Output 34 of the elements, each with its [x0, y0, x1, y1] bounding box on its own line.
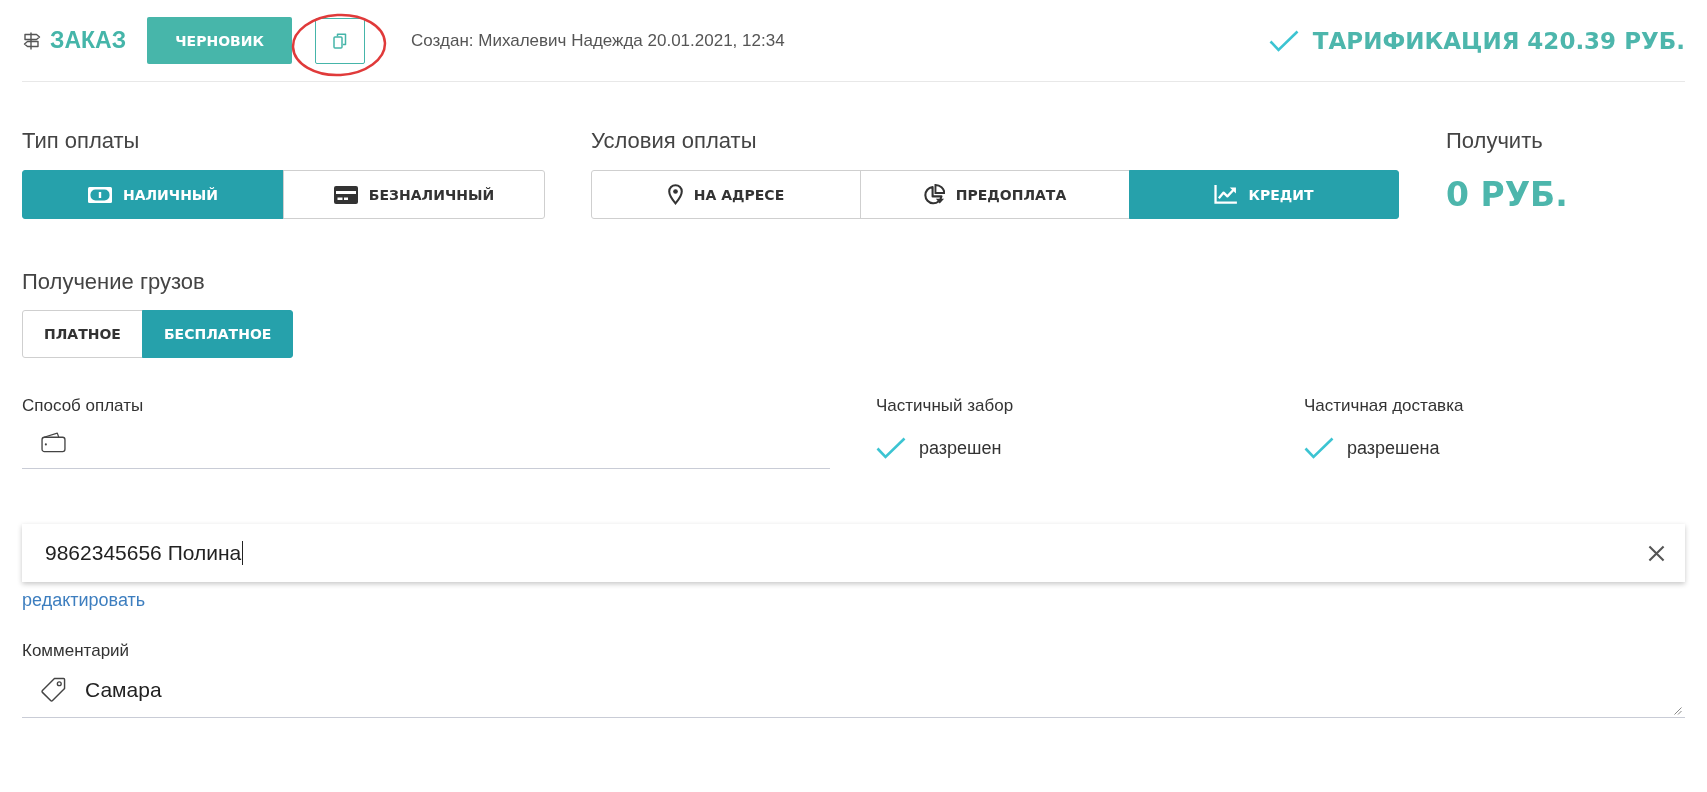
contact-field[interactable]: 9862345656 Полина [22, 524, 1685, 582]
signpost-icon [22, 30, 42, 51]
tag-icon [41, 677, 66, 702]
partial-option-label: Частичный забор [876, 395, 1015, 417]
map-pin-icon [667, 184, 683, 205]
payment-terms-label: Условия оплаты [591, 127, 758, 155]
cargo-receipt-option[interactable]: ПЛАТНОЕ [22, 310, 143, 358]
credit-card-icon [333, 185, 358, 204]
wallet-icon [41, 432, 66, 453]
edit-link[interactable]: редактировать [22, 589, 146, 611]
line-chart-icon [1214, 185, 1238, 204]
receive-label: Получить [1446, 127, 1544, 155]
partial-option-value: разрешен [919, 437, 1002, 459]
pie-chart-icon [923, 184, 945, 205]
order-title: ЗАКАЗ [50, 27, 127, 54]
resize-handle-icon[interactable] [1674, 707, 1682, 715]
comment-field[interactable]: Самара [22, 662, 1685, 718]
receive-amount: 0 РУБ. [1446, 174, 1568, 216]
partial-option-label: Частичная доставка [1304, 395, 1465, 417]
payment-type-label: Тип оплаты [22, 127, 141, 155]
comment-label: Комментарий [22, 640, 131, 662]
payment-type-option[interactable]: БЕЗНАЛИЧНЫЙ [283, 170, 545, 219]
created-info: Создан: Михалевич Надежда 20.01.2021, 12:34 [411, 30, 785, 51]
payment-method-label: Способ оплаты [22, 395, 145, 417]
copy-button[interactable] [315, 17, 366, 64]
partial-option-value: разрешена [1347, 437, 1440, 459]
banknote-icon [87, 186, 112, 203]
check-icon [1268, 29, 1299, 52]
tariff-total: ТАРИФИКАЦИЯ 420.39 РУБ. [1312, 27, 1685, 54]
payment-terms-option[interactable]: НА АДРЕСЕ [591, 170, 861, 219]
clear-icon[interactable] [1648, 544, 1665, 562]
copy-icon [333, 32, 348, 49]
payment-terms-option[interactable]: ПРЕДОПЛАТА [860, 170, 1130, 219]
cargo-receipt-label: Получение грузов [22, 268, 206, 296]
